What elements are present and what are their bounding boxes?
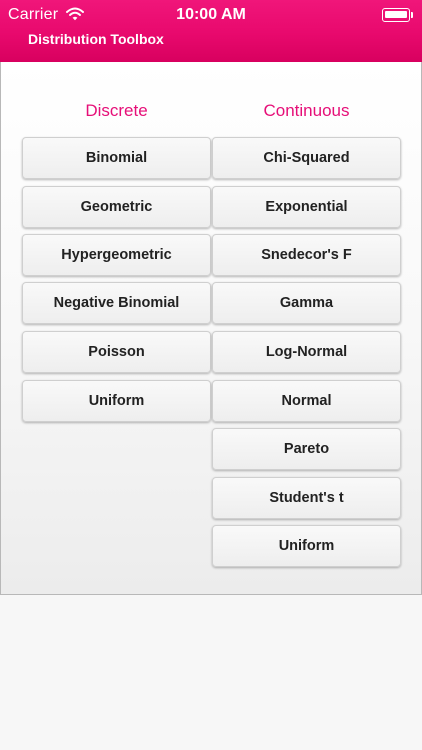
continuous-heading: Continuous [263,101,350,120]
chi-squared-button[interactable]: Chi-Squared [212,137,401,179]
gamma-button[interactable]: Gamma [212,282,401,324]
negative-binomial-button[interactable]: Negative Binomial [22,282,211,324]
continuous-uniform-button[interactable]: Uniform [212,525,401,567]
discrete-uniform-button[interactable]: Uniform [22,380,211,422]
page-title: Distribution Toolbox [28,31,164,47]
binomial-button[interactable]: Binomial [22,137,211,179]
snedecors-f-button[interactable]: Snedecor's F [212,234,401,276]
battery-icon [382,8,414,22]
students-t-button[interactable]: Student's t [212,477,401,519]
hypergeometric-button[interactable]: Hypergeometric [22,234,211,276]
pareto-button[interactable]: Pareto [212,428,401,470]
discrete-heading: Discrete [85,101,148,120]
status-time: 10:00 AM [176,6,246,23]
status-bar: Carrier 10:00 AM [0,0,422,30]
distribution-panel: Discrete Continuous Binomial Geometric H… [0,62,422,595]
empty-footer-area [0,595,422,750]
header-bar: Carrier 10:00 AM Distribution Toolbox [0,0,422,62]
log-normal-button[interactable]: Log-Normal [212,331,401,373]
normal-button[interactable]: Normal [212,380,401,422]
geometric-button[interactable]: Geometric [22,186,211,228]
exponential-button[interactable]: Exponential [212,186,401,228]
poisson-button[interactable]: Poisson [22,331,211,373]
